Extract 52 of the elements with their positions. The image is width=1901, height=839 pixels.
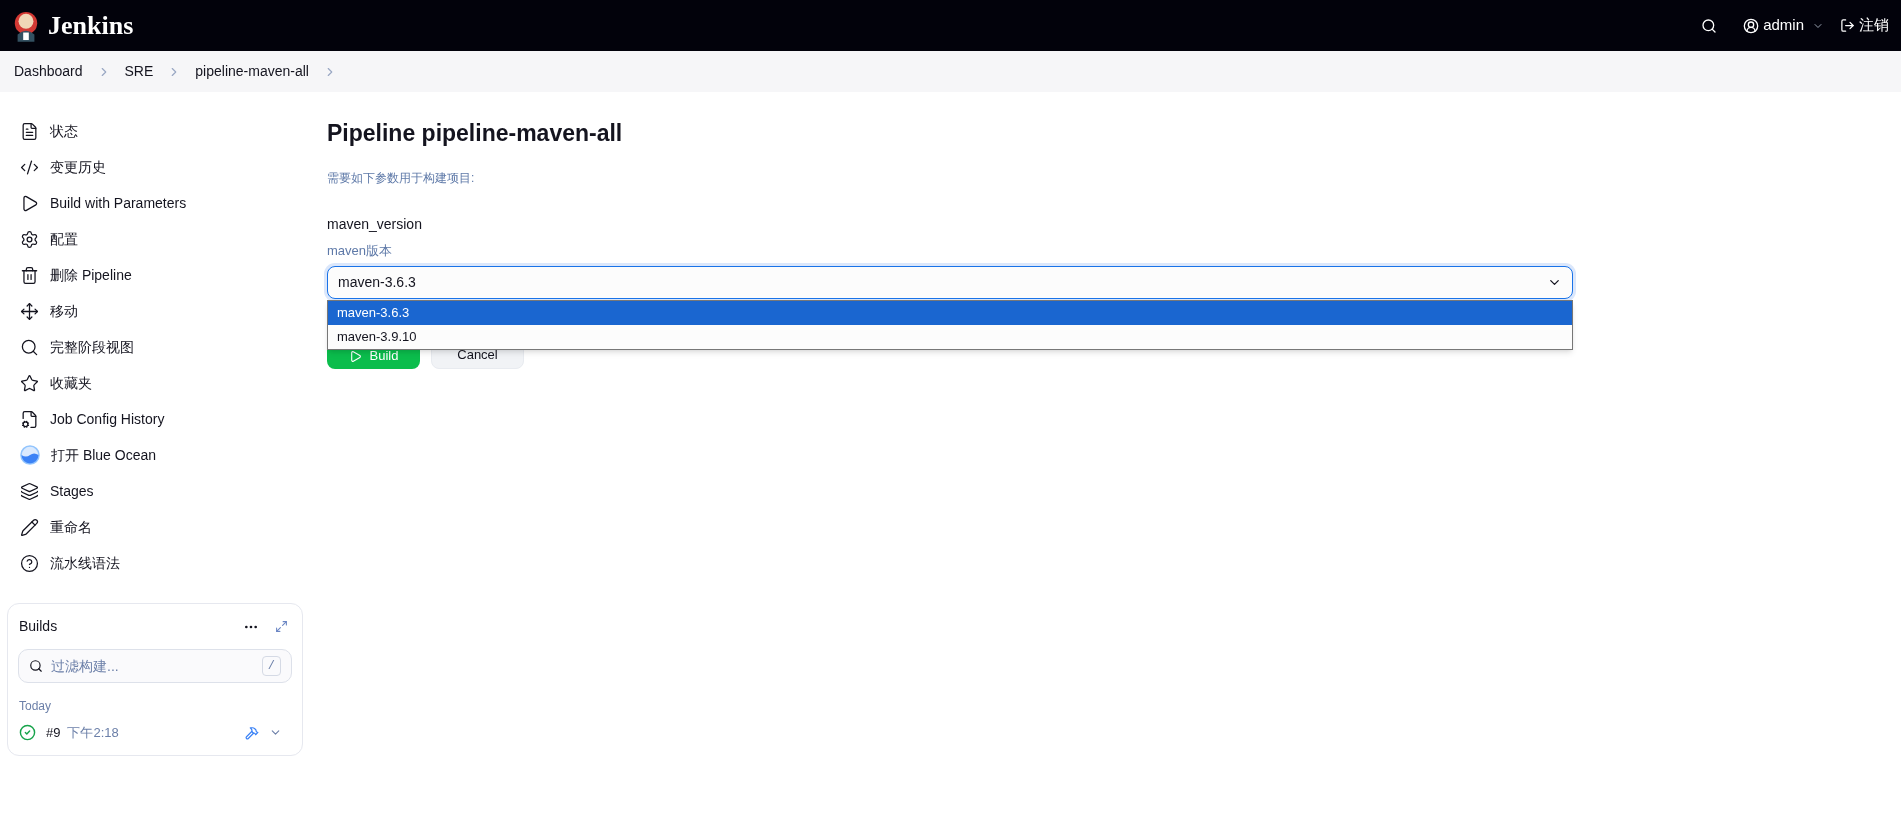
search-icon bbox=[20, 337, 39, 357]
sidebar-item[interactable]: Job Config History bbox=[7, 401, 303, 437]
description: 需要如下参数用于构建项目: bbox=[327, 169, 476, 187]
brand-name[interactable]: Jenkins bbox=[48, 6, 134, 45]
sidebar-item[interactable]: 移动 bbox=[7, 293, 303, 329]
breadcrumb-link[interactable]: pipeline-maven-all bbox=[195, 61, 309, 82]
success-icon bbox=[19, 724, 36, 742]
breadcrumb-link[interactable]: Dashboard bbox=[14, 61, 83, 82]
sidebar-item[interactable]: Stages bbox=[7, 473, 303, 509]
pencil-icon bbox=[20, 517, 39, 537]
sidebar-item[interactable]: 打开 Blue Ocean bbox=[7, 437, 303, 473]
parameter-help: maven版本 bbox=[327, 241, 394, 260]
document-icon bbox=[20, 121, 39, 141]
page-title: Pipeline pipeline-maven-all bbox=[327, 119, 624, 148]
sidebar-item[interactable]: 删除 Pipeline bbox=[7, 257, 303, 293]
expand-icon[interactable] bbox=[275, 620, 288, 633]
trash-icon bbox=[20, 265, 39, 285]
parameter-name: maven_version bbox=[327, 214, 423, 234]
sidebar-item[interactable]: 重命名 bbox=[7, 509, 303, 545]
sidebar-item[interactable]: 配置 bbox=[7, 221, 303, 257]
build-number[interactable]: #9 bbox=[46, 723, 61, 743]
sidebar-item[interactable]: 完整阶段视图 bbox=[7, 329, 303, 365]
logout-icon bbox=[1840, 18, 1855, 33]
user-menu-button[interactable]: admin bbox=[1735, 7, 1832, 44]
filter-input[interactable]: 过滤构建... bbox=[51, 655, 254, 677]
builds-title: Builds bbox=[18, 617, 58, 636]
version-select[interactable]: maven-3.6.3 bbox=[327, 266, 1573, 299]
sidebar-item[interactable]: Build with Parameters bbox=[7, 185, 303, 221]
help-icon bbox=[20, 553, 39, 573]
group-label: Today bbox=[18, 698, 53, 715]
play-icon bbox=[20, 193, 39, 213]
move-icon bbox=[20, 301, 39, 321]
search-icon bbox=[29, 659, 43, 673]
butler-logo-icon[interactable] bbox=[12, 9, 40, 42]
sidebar-item[interactable]: 流水线语法 bbox=[7, 545, 303, 581]
user-icon bbox=[1743, 17, 1760, 34]
search-icon bbox=[1701, 17, 1718, 34]
settings-icon bbox=[20, 229, 39, 249]
filter-field[interactable]: 过滤构建... / bbox=[18, 649, 292, 683]
breadcrumb-link[interactable]: SRE bbox=[124, 61, 154, 82]
dropdown-option[interactable]: maven-3.6.3 bbox=[328, 301, 1572, 325]
hammer-icon[interactable] bbox=[245, 725, 259, 740]
ocean-icon bbox=[20, 445, 40, 465]
star-icon bbox=[20, 373, 39, 393]
layers-icon bbox=[20, 481, 39, 501]
build-time: 下午2:18 bbox=[67, 724, 119, 742]
sidebar-item[interactable]: 收藏夹 bbox=[7, 365, 303, 401]
logout-button[interactable]: 注销 bbox=[1840, 7, 1889, 44]
shortcut-key: / bbox=[261, 656, 281, 676]
gear-document-icon bbox=[20, 409, 39, 429]
sidebar-item[interactable]: 状态 bbox=[7, 113, 303, 149]
sidebar-item[interactable]: 变更历史 bbox=[7, 149, 303, 185]
